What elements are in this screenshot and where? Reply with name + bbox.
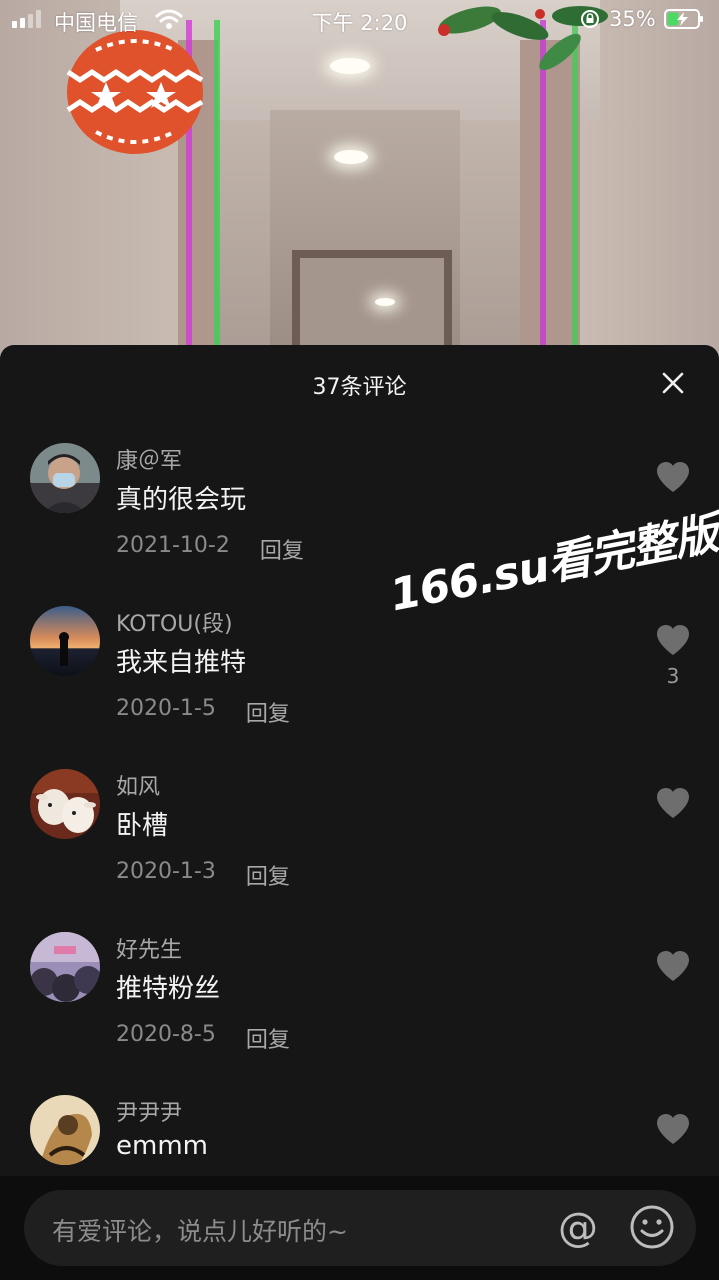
mention-button[interactable]: @	[554, 1202, 602, 1254]
comment-text: 推特粉丝	[116, 974, 221, 1004]
avatar[interactable]	[30, 606, 100, 676]
comment-date: 2020-1-5	[116, 696, 216, 721]
avatar[interactable]	[30, 932, 100, 1002]
heart-icon	[657, 462, 689, 492]
comment-meta: 2021-10-2 回复	[116, 533, 304, 565]
avatar[interactable]	[30, 443, 100, 513]
reply-button[interactable]: 回复	[260, 533, 304, 565]
ceiling-light	[330, 58, 370, 74]
comment-username[interactable]: KOTOU(段)	[116, 606, 233, 638]
comment-input-placeholder: 有爱评论，说点儿好听的~	[52, 1217, 348, 1246]
comments-title: 37条评论	[312, 375, 407, 400]
battery-percent: 35%	[609, 7, 656, 31]
video-glitch-line	[540, 20, 546, 360]
christmas-ornament-icon	[66, 30, 204, 154]
video-glitch-line	[214, 20, 220, 360]
comment-meta: 2020-8-5 回复	[116, 1022, 290, 1054]
comment-text: 我来自推特	[116, 648, 247, 678]
like-button[interactable]	[655, 1113, 691, 1145]
avatar[interactable]	[30, 1095, 100, 1165]
comment-text: 卧槽	[116, 811, 169, 841]
comment-input[interactable]: 有爱评论，说点儿好听的~ @	[24, 1190, 696, 1266]
comment-item: 如风 卧槽 2020-1-3 回复	[0, 769, 719, 929]
video-pillar	[520, 40, 580, 370]
emoji-icon[interactable]	[629, 1204, 675, 1250]
comment-date: 2020-8-5	[116, 1022, 216, 1047]
ceiling-light	[375, 298, 395, 306]
comment-text: 真的很会玩	[116, 485, 247, 515]
video-background	[0, 0, 719, 370]
like-button[interactable]	[655, 461, 691, 501]
heart-icon	[657, 788, 689, 818]
comment-meta: 2020-1-3 回复	[116, 859, 290, 891]
reply-button[interactable]: 回复	[246, 1022, 290, 1054]
comment-username[interactable]: 好先生	[116, 932, 182, 964]
video-glitch-line	[572, 20, 578, 360]
ceiling-light	[334, 150, 368, 164]
reply-button[interactable]: 回复	[246, 859, 290, 891]
like-button[interactable]	[655, 787, 691, 827]
heart-icon	[657, 1114, 689, 1144]
comment-item: 好先生 推特粉丝 2020-8-5 回复	[0, 932, 719, 1092]
avatar[interactable]	[30, 769, 100, 839]
battery-charging-icon	[664, 9, 703, 29]
comment-username[interactable]: 康＠军	[116, 443, 182, 475]
close-icon[interactable]	[661, 371, 685, 395]
comment-input-bar: 有爱评论，说点儿好听的~ @	[0, 1176, 719, 1280]
comment-meta: 2020-1-5 回复	[116, 696, 290, 728]
orientation-lock-icon	[581, 10, 599, 28]
heart-icon	[657, 625, 689, 655]
comment-date: 2021-10-2	[116, 533, 230, 558]
like-count: 3	[666, 664, 680, 688]
comments-header: 37条评论	[0, 345, 719, 423]
like-button[interactable]: 3	[655, 624, 691, 688]
comment-username[interactable]: 如风	[116, 769, 160, 801]
status-bar: 中国电信 下午 2:20 35%	[0, 0, 719, 40]
reply-button[interactable]: 回复	[246, 696, 290, 728]
like-button[interactable]	[655, 950, 691, 990]
comment-item: KOTOU(段) 我来自推特 2020-1-5 回复 3	[0, 606, 719, 766]
comment-username[interactable]: 尹尹尹	[116, 1095, 182, 1127]
comment-date: 2020-1-3	[116, 859, 216, 884]
heart-icon	[657, 951, 689, 981]
comments-panel: 37条评论 康＠军 真的很会玩 2021-10-2 回复 KOTOU(段) 我来…	[0, 345, 719, 1280]
comment-text: emmm	[116, 1131, 208, 1161]
